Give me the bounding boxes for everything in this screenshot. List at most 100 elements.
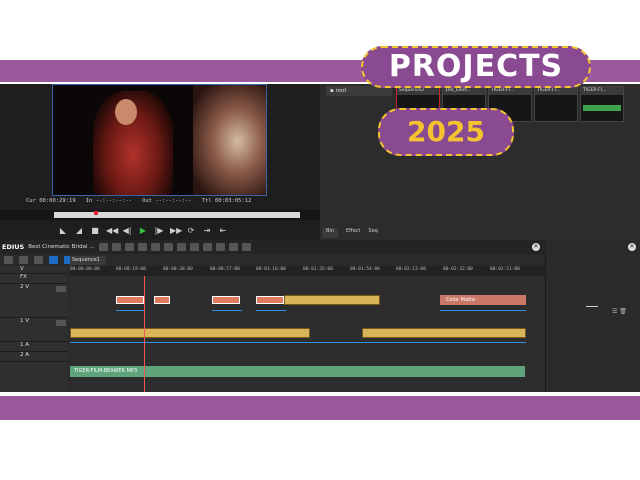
keyframe-line: [116, 310, 144, 311]
player-panel: Cur 00:00:29:19 In --:--:--:-- Out --:--…: [0, 84, 320, 240]
bottom-purple-bar: [0, 396, 640, 420]
insert-icon[interactable]: ⇥: [202, 226, 212, 235]
bin-root-label: root: [335, 88, 347, 94]
track-header[interactable]: FX: [0, 274, 68, 284]
title-tool-icon[interactable]: [202, 243, 212, 251]
rewind-icon[interactable]: ◀◀: [106, 226, 118, 235]
stop-icon[interactable]: ■: [90, 226, 100, 235]
cut-icon[interactable]: [137, 243, 147, 251]
scrub-track[interactable]: [54, 212, 300, 218]
track-label: V: [20, 266, 24, 272]
app-brand: EDIUS: [2, 243, 25, 251]
snap-icon[interactable]: [49, 256, 58, 264]
track-label: FX: [20, 274, 27, 280]
ripple-icon[interactable]: [19, 256, 28, 264]
overwrite-icon[interactable]: ⇤: [218, 226, 228, 235]
save-icon[interactable]: [124, 243, 134, 251]
render-icon[interactable]: [228, 243, 238, 251]
divider: [586, 306, 598, 307]
out-timecode: Out --:--:--:--: [142, 198, 192, 208]
video-clip[interactable]: [362, 328, 526, 338]
timeline-tracks[interactable]: Color Matte TIGER-FILM-BEAWER MP3: [70, 276, 545, 392]
sync-icon[interactable]: [34, 256, 43, 264]
loop-icon[interactable]: ⟳: [186, 226, 196, 235]
bride-face: [115, 99, 137, 125]
ruler-tick: 00:02:32:00: [443, 267, 473, 272]
audio-clip[interactable]: TIGER-FILM-BEAWER MP3: [70, 366, 525, 377]
grid-icon[interactable]: [98, 243, 108, 251]
playhead[interactable]: [144, 276, 145, 392]
copy-icon[interactable]: [150, 243, 160, 251]
title-clip[interactable]: [116, 296, 144, 304]
bin-item-label: TIGER-FI...: [535, 87, 577, 95]
in-label: In: [85, 198, 93, 204]
track-label: 2 A: [20, 352, 30, 358]
ttl-label: Ttl: [201, 198, 212, 204]
cur-label: Cur: [26, 198, 36, 204]
in-timecode: In --:--:--:--: [86, 198, 132, 208]
ruler-tick: 00:02:51:00: [490, 267, 520, 272]
bin-item[interactable]: TIGER-FI...: [580, 86, 624, 122]
track-header[interactable]: 2 A: [0, 352, 68, 362]
track-header[interactable]: V: [0, 266, 68, 274]
title-clip[interactable]: [256, 296, 284, 304]
track-sync-switch[interactable]: [56, 320, 66, 326]
video-clip[interactable]: [70, 328, 310, 338]
timeline-close-icon[interactable]: ✕: [532, 243, 540, 251]
ruler-tick: 00:01:16:00: [256, 267, 286, 272]
timeline-toolbar: EDIUS Best Cinematic Bridal ... ✕: [0, 240, 545, 254]
timecode-row: Cur 00:00:29:19 In --:--:--:-- Out --:--…: [26, 198, 296, 208]
tab-effect[interactable]: Effect: [346, 228, 360, 238]
marker-icon[interactable]: [215, 243, 225, 251]
open-folder-icon[interactable]: [111, 243, 121, 251]
panel-close-icon[interactable]: ✕: [628, 243, 636, 251]
tab-sequence[interactable]: Seq: [368, 228, 377, 238]
ruler-tick: 00:02:13:00: [396, 267, 426, 272]
video-clip[interactable]: [284, 295, 380, 305]
bin-item-label: Sequence2: [397, 87, 439, 95]
track-header[interactable]: 2 V: [0, 284, 68, 318]
edius-window: Cur 00:00:29:19 In --:--:--:-- Out --:--…: [0, 84, 640, 392]
bin-tabs: Bin Effect Seq: [322, 228, 378, 238]
year-badge: 2025: [378, 108, 514, 156]
play-icon[interactable]: ▶: [138, 226, 148, 235]
keyframe-line: [212, 310, 242, 311]
scrub-position-marker[interactable]: [94, 211, 98, 215]
ruler-tick: 00:00:00:00: [70, 267, 100, 272]
track-headers: V FX 2 V 1 V 1 A 2 A: [0, 266, 68, 392]
track-header[interactable]: 1 V: [0, 318, 68, 342]
track-sync-switch[interactable]: [56, 286, 66, 292]
track-label: 1 V: [20, 318, 30, 324]
bin-item-label: 100_Elem...: [443, 87, 485, 95]
undo-icon[interactable]: [176, 243, 186, 251]
bin-item-label: TIGER-FI...: [489, 87, 531, 95]
settings-icon[interactable]: [241, 243, 251, 251]
mark-out-icon[interactable]: ◢: [74, 226, 84, 235]
ruler-tick: 00:00:57:00: [210, 267, 240, 272]
timeline-ruler[interactable]: 00:00:00:00 00:00:19:00 00:00:38:00 00:0…: [70, 266, 545, 276]
scrub-bar[interactable]: [0, 210, 320, 220]
keyframe-line: [70, 342, 526, 343]
title-clip[interactable]: [212, 296, 240, 304]
groom-figure: [193, 85, 266, 195]
mark-in-icon[interactable]: ◣: [58, 226, 68, 235]
sequence-tab[interactable]: Sequence1: [70, 256, 106, 265]
list-icon[interactable]: ☰ 🗑: [612, 308, 627, 315]
bin-item-label: TIGER-FI...: [581, 87, 623, 95]
fast-forward-icon[interactable]: ▶▶: [170, 226, 182, 235]
cur-value: 00:00:29:19: [39, 198, 76, 204]
bin-item[interactable]: TIGER-FI...: [534, 86, 578, 122]
step-back-icon[interactable]: ◀|: [122, 226, 132, 235]
mode-icon[interactable]: [4, 256, 13, 264]
tab-bin[interactable]: Bin: [322, 228, 338, 238]
paste-icon[interactable]: [163, 243, 173, 251]
information-panel: ☰ 🗑: [545, 254, 640, 392]
keyframe-line: [256, 310, 286, 311]
step-forward-icon[interactable]: |▶: [154, 226, 164, 235]
color-matte-clip[interactable]: Color Matte: [440, 295, 526, 305]
title-clip[interactable]: [154, 296, 170, 304]
audio-waveform: [583, 105, 621, 111]
redo-icon[interactable]: [189, 243, 199, 251]
ruler-tick: 00:00:38:00: [163, 267, 193, 272]
track-header[interactable]: 1 A: [0, 342, 68, 352]
